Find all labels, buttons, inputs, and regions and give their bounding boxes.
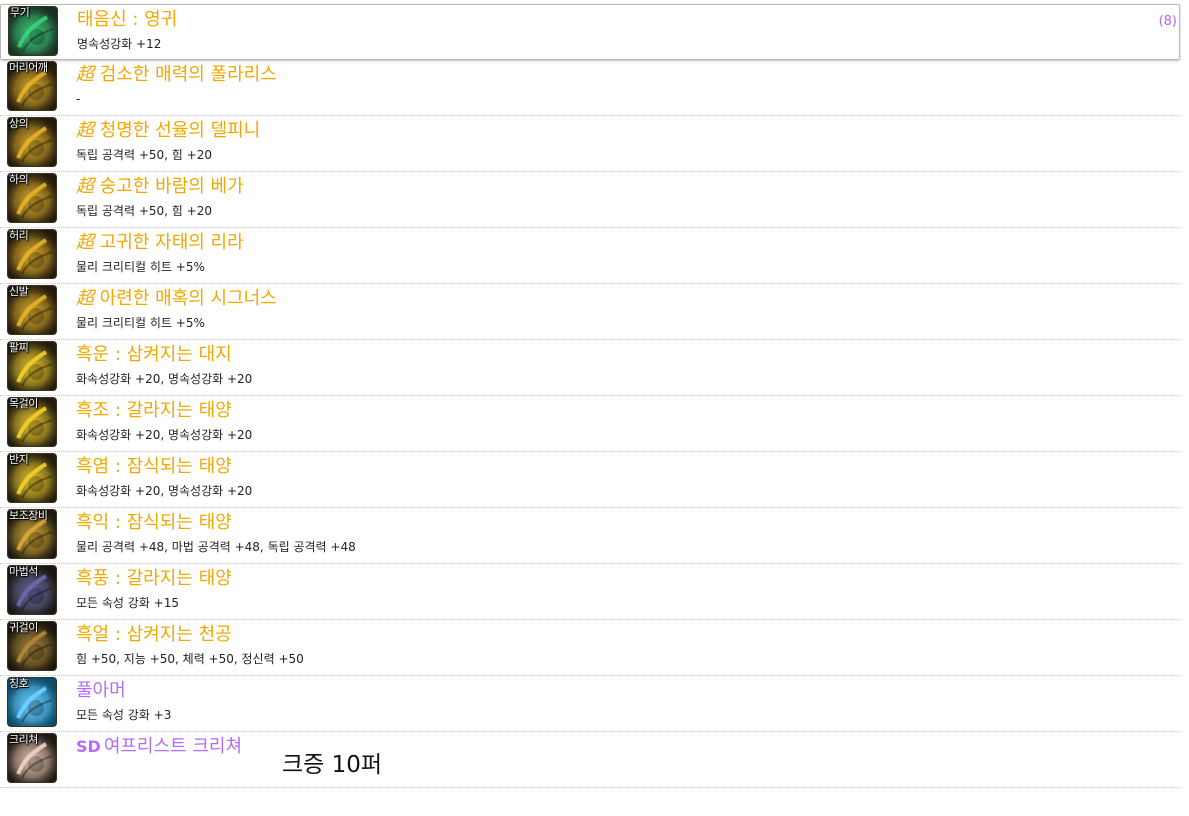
top-armor-icon: 상의 <box>8 118 56 166</box>
item-name[interactable]: SD 여프리스트 크리쳐 <box>76 736 242 758</box>
item-name-text: 아련한 매혹의 시그너스 <box>99 288 277 309</box>
slot-label: 칭호 <box>9 678 29 690</box>
slot-label: 머리어깨 <box>9 62 48 74</box>
sd-prefix: SD <box>76 737 101 756</box>
item-name[interactable]: 흑익 : 잠식되는 태양 <box>76 512 232 534</box>
item-name-text: 여프리스트 크리쳐 <box>103 736 243 757</box>
equipment-row[interactable]: 머리어깨 超 검소한 매력의 폴라리스 - <box>0 60 1180 116</box>
necklace-icon: 목걸이 <box>8 398 56 446</box>
equipment-row[interactable]: 귀걸이 흑얼 : 삼켜지는 천공힘 +50, 지능 +50, 체력 +50, 정신… <box>0 620 1180 676</box>
equipment-row[interactable]: 신발 超 아련한 매혹의 시그너스물리 크리티컬 히트 +5% <box>0 284 1180 340</box>
equipment-row[interactable]: 허리 超 고귀한 자태의 리라물리 크리티컬 히트 +5% <box>0 228 1180 284</box>
title-icon: 칭호 <box>8 678 56 726</box>
item-option: 독립 공격력 +50, 힘 +20 <box>76 204 212 218</box>
item-name-text: 풀아머 <box>76 680 126 701</box>
bracelet-icon: 팔찌 <box>8 342 56 390</box>
item-option: 독립 공격력 +50, 힘 +20 <box>76 148 212 162</box>
sub-equipment-icon: 보조장비 <box>8 510 56 558</box>
slot-label: 팔찌 <box>9 342 29 354</box>
item-option: 화속성강화 +20, 명속성강화 +20 <box>76 428 253 442</box>
item-name-text: 흑얼 : 삼켜지는 천공 <box>76 624 232 645</box>
item-name[interactable]: 超 고귀한 자태의 리라 <box>76 232 244 254</box>
item-name[interactable]: 태음신 : 영귀 <box>77 9 177 31</box>
item-option: 화속성강화 +20, 명속성강화 +20 <box>76 372 253 386</box>
item-name-text: 흑조 : 갈라지는 태양 <box>76 400 232 421</box>
item-name[interactable]: 超 청명한 선율의 델피니 <box>76 120 260 142</box>
equipment-row[interactable]: 마법석 흑풍 : 갈라지는 태양모든 속성 강화 +15 <box>0 564 1180 620</box>
item-option: 모든 속성 강화 +3 <box>76 708 172 722</box>
item-name[interactable]: 超 아련한 매혹의 시그너스 <box>76 288 277 310</box>
item-name-text: 고귀한 자태의 리라 <box>99 232 244 253</box>
equipment-row[interactable]: 보조장비 흑익 : 잠식되는 태양물리 공격력 +48, 마법 공격력 +48, … <box>0 508 1180 564</box>
equipment-row[interactable]: 목걸이 흑조 : 갈라지는 태양화속성강화 +20, 명속성강화 +20 <box>0 396 1180 452</box>
item-prefix: 超 <box>76 120 94 141</box>
item-name-text: 태음신 : 영귀 <box>77 9 178 30</box>
item-name-text: 흑운 : 삼켜지는 대지 <box>76 344 232 365</box>
creature-icon: 크리쳐 <box>8 734 56 782</box>
item-name[interactable]: 超 검소한 매력의 폴라리스 <box>76 64 277 86</box>
equipment-row[interactable]: 칭호 풀아머모든 속성 강화 +3 <box>0 676 1180 732</box>
item-option: 모든 속성 강화 +15 <box>76 596 180 610</box>
item-option: 힘 +50, 지능 +50, 체력 +50, 정신력 +50 <box>76 652 304 666</box>
equipment-row[interactable]: 상의 超 청명한 선율의 델피니독립 공격력 +50, 힘 +20 <box>0 116 1180 172</box>
item-name[interactable]: 풀아머 <box>76 680 126 702</box>
slot-label: 무기 <box>10 7 30 19</box>
belt-icon: 허리 <box>8 230 56 278</box>
slot-label: 크리쳐 <box>9 734 38 746</box>
item-name[interactable]: 흑조 : 갈라지는 태양 <box>76 400 232 422</box>
equipment-row[interactable]: 무기 태음신 : 영귀명속성강화 +12 (8) <box>0 4 1180 60</box>
earring-icon: 귀걸이 <box>8 622 56 670</box>
item-prefix: 超 <box>76 232 94 253</box>
equipment-row[interactable]: 하의 超 숭고한 바람의 베가독립 공격력 +50, 힘 +20 <box>0 172 1180 228</box>
item-name-text: 흑염 : 잠식되는 태양 <box>76 456 232 477</box>
slot-label: 하의 <box>9 174 29 186</box>
equipment-row[interactable]: 반지 흑염 : 잠식되는 태양화속성강화 +20, 명속성강화 +20 <box>0 452 1180 508</box>
item-option: 화속성강화 +20, 명속성강화 +20 <box>76 484 253 498</box>
item-name[interactable]: 흑얼 : 삼켜지는 천공 <box>76 624 232 646</box>
item-option: 명속성강화 +12 <box>77 37 162 51</box>
set-count: (8) <box>1158 14 1177 29</box>
equipment-row[interactable]: 크리쳐 SD 여프리스트 크리쳐 <box>0 732 1180 788</box>
equipment-list: 무기 태음신 : 영귀명속성강화 +12 (8) 머리어깨 超 검소한 매력의 폴라리스… <box>0 4 1180 788</box>
item-prefix: 超 <box>76 64 94 85</box>
slot-label: 반지 <box>9 454 29 466</box>
slot-label: 허리 <box>9 230 29 242</box>
item-name-text: 검소한 매력의 폴라리스 <box>99 64 277 85</box>
equipment-row[interactable]: 팔찌 흑운 : 삼켜지는 대지화속성강화 +20, 명속성강화 +20 <box>0 340 1180 396</box>
ring-icon: 반지 <box>8 454 56 502</box>
item-name-text: 숭고한 바람의 베가 <box>99 176 244 197</box>
item-name-text: 청명한 선율의 델피니 <box>99 120 261 141</box>
item-name[interactable]: 흑운 : 삼켜지는 대지 <box>76 344 232 366</box>
magic-stone-icon: 마법석 <box>8 566 56 614</box>
slot-label: 목걸이 <box>9 398 38 410</box>
item-name[interactable]: 흑염 : 잠식되는 태양 <box>76 456 232 478</box>
item-option: 물리 크리티컬 히트 +5% <box>76 260 205 274</box>
item-name[interactable]: 超 숭고한 바람의 베가 <box>76 176 244 198</box>
shoes-icon: 신발 <box>8 286 56 334</box>
item-option: 물리 공격력 +48, 마법 공격력 +48, 독립 공격력 +48 <box>76 540 356 554</box>
slot-label: 귀걸이 <box>9 622 38 634</box>
item-name-text: 흑익 : 잠식되는 태양 <box>76 512 232 533</box>
item-name-text: 흑풍 : 갈라지는 태양 <box>76 568 232 589</box>
item-name[interactable]: 흑풍 : 갈라지는 태양 <box>76 568 232 590</box>
item-prefix: 超 <box>76 288 94 309</box>
item-prefix: 超 <box>76 176 94 197</box>
slot-label: 마법석 <box>9 566 38 578</box>
slot-label: 신발 <box>9 286 29 298</box>
bottom-armor-icon: 하의 <box>8 174 56 222</box>
item-option: - <box>76 92 81 106</box>
sword-icon: 무기 <box>9 7 57 55</box>
slot-label: 보조장비 <box>9 510 48 522</box>
shoulder-armor-icon: 머리어깨 <box>8 62 56 110</box>
slot-label: 상의 <box>9 118 29 130</box>
handwritten-note: 크증 10퍼 <box>282 752 383 778</box>
item-option: 물리 크리티컬 히트 +5% <box>76 316 205 330</box>
